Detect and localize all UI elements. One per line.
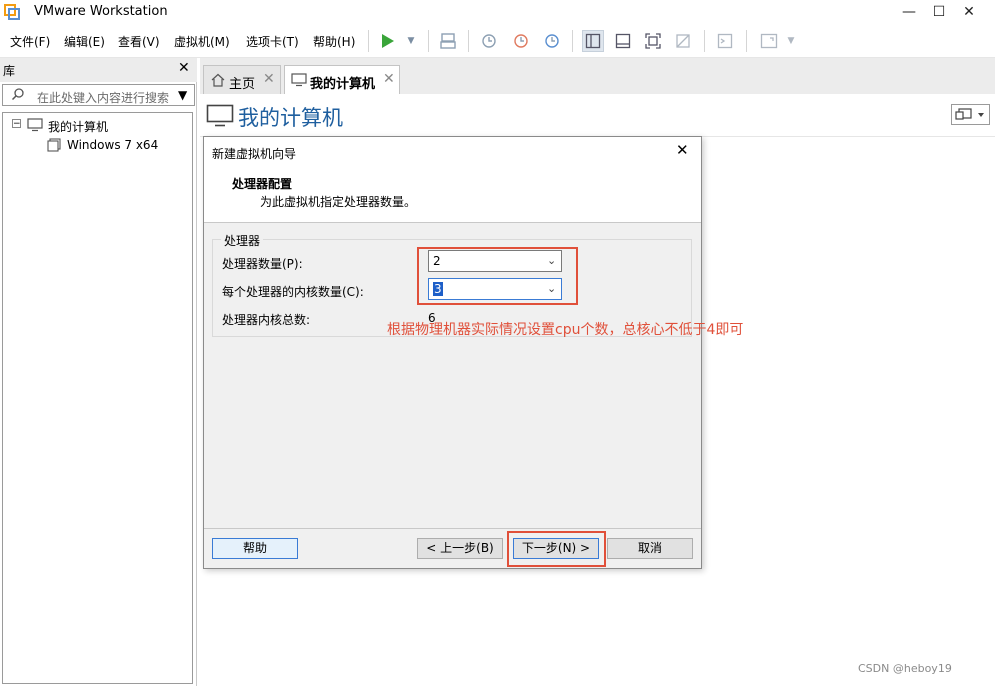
dialog-close-icon[interactable]: ✕ <box>676 141 689 159</box>
toolbar-separator <box>572 30 573 52</box>
library-search-input[interactable]: 在此处键入内容进行搜索 ▼ <box>2 84 195 106</box>
revert-snapshot-icon[interactable] <box>510 30 532 52</box>
menu-view[interactable]: 查看(V) <box>118 33 160 50</box>
dialog-heading: 处理器配置 <box>232 177 293 191</box>
library-panel: 库 ✕ 在此处键入内容进行搜索 ▼ − 我的计算机 Windows 7 x64 <box>0 58 197 686</box>
menu-file[interactable]: 文件(F) <box>10 33 50 50</box>
tab-strip: 主页 ✕ 我的计算机 ✕ <box>200 58 995 94</box>
thumbnail-bar-icon[interactable] <box>612 30 634 52</box>
title-bar: VMware Workstation — ☐ ✕ <box>0 0 995 24</box>
new-vm-wizard-dialog: 新建虚拟机向导 ✕ 处理器配置 为此虚拟机指定处理器数量。 处理器 处理器数量(… <box>203 136 743 569</box>
stretch-guest-icon[interactable] <box>758 30 780 52</box>
library-header: 库 ✕ <box>0 58 197 82</box>
computer-icon <box>206 104 234 131</box>
full-screen-icon[interactable] <box>642 30 664 52</box>
minimize-button[interactable]: — <box>894 2 924 22</box>
tree-item-windows7[interactable]: Windows 7 x64 <box>67 138 158 152</box>
send-keys-icon[interactable] <box>437 30 459 52</box>
computer-icon <box>291 73 307 91</box>
highlight-box <box>417 247 578 305</box>
cancel-button[interactable]: 取消 <box>607 538 693 559</box>
play-dropdown-icon[interactable]: ▼ <box>400 30 422 52</box>
toolbar-separator <box>428 30 429 52</box>
page-title: 我的计算机 <box>238 106 343 130</box>
stretch-dropdown-icon[interactable]: ▼ <box>780 30 802 52</box>
tab-home-label: 主页 <box>229 77 256 92</box>
next-highlight-box <box>507 531 606 567</box>
app-title: VMware Workstation <box>34 4 168 19</box>
maximize-button[interactable]: ☐ <box>924 2 954 22</box>
toolbar-separator <box>746 30 747 52</box>
view-switch-button[interactable] <box>951 104 990 125</box>
group-title: 处理器 <box>221 232 264 249</box>
console-icon[interactable] <box>714 30 736 52</box>
vm-icon <box>47 138 61 155</box>
tab-home[interactable]: 主页 ✕ <box>203 65 281 94</box>
library-tree: − 我的计算机 Windows 7 x64 <box>2 112 193 684</box>
menu-edit[interactable]: 编辑(E) <box>64 33 105 50</box>
dialog-subheading: 为此虚拟机指定处理器数量。 <box>260 195 417 209</box>
dialog-header: 新建虚拟机向导 ✕ 处理器配置 为此虚拟机指定处理器数量。 <box>204 137 701 223</box>
close-window-button[interactable]: ✕ <box>954 2 984 22</box>
computer-icon <box>27 118 43 135</box>
tree-item-my-computer[interactable]: 我的计算机 <box>48 118 108 135</box>
tab-my-computer-close-icon[interactable]: ✕ <box>383 71 395 87</box>
vmware-logo-icon <box>4 4 20 20</box>
tab-my-computer-label: 我的计算机 <box>310 77 376 92</box>
show-library-icon[interactable] <box>582 30 604 52</box>
toolbar-separator <box>368 30 369 52</box>
dialog-title: 新建虚拟机向导 <box>212 147 297 161</box>
menu-bar: 文件(F) 编辑(E) 查看(V) 虚拟机(M) 选项卡(T) 帮助(H) ▼ … <box>0 24 995 58</box>
tab-home-close-icon[interactable]: ✕ <box>263 71 275 87</box>
search-icon <box>11 87 25 105</box>
unity-icon[interactable] <box>672 30 694 52</box>
library-title: 库 <box>3 64 16 78</box>
snapshot-manager-icon[interactable] <box>541 30 563 52</box>
menu-help[interactable]: 帮助(H) <box>313 33 355 50</box>
total-cores-label: 处理器内核总数: <box>222 313 311 327</box>
dialog-footer-divider <box>204 528 701 529</box>
tree-collapse-icon[interactable]: − <box>12 119 21 129</box>
tab-my-computer[interactable]: 我的计算机 ✕ <box>284 65 400 94</box>
snapshot-icon[interactable] <box>478 30 500 52</box>
search-dropdown-icon[interactable]: ▼ <box>178 88 187 102</box>
annotation-text: 根据物理机器实际情况设置cpu个数，总核心不低于4即可 <box>387 322 744 338</box>
menu-tabs[interactable]: 选项卡(T) <box>246 33 299 50</box>
menu-vm[interactable]: 虚拟机(M) <box>174 33 230 50</box>
processor-count-label: 处理器数量(P): <box>222 257 303 271</box>
library-close-icon[interactable]: ✕ <box>178 60 190 76</box>
toolbar-separator <box>468 30 469 52</box>
home-icon <box>211 73 225 91</box>
watermark: CSDN @heboy19 <box>858 662 952 675</box>
back-button[interactable]: < 上一步(B) <box>417 538 503 559</box>
play-icon[interactable] <box>376 30 398 52</box>
toolbar-separator <box>704 30 705 52</box>
cores-per-processor-label: 每个处理器的内核数量(C): <box>222 285 364 299</box>
help-button[interactable]: 帮助 <box>212 538 298 559</box>
search-placeholder: 在此处键入内容进行搜索 <box>37 91 170 105</box>
